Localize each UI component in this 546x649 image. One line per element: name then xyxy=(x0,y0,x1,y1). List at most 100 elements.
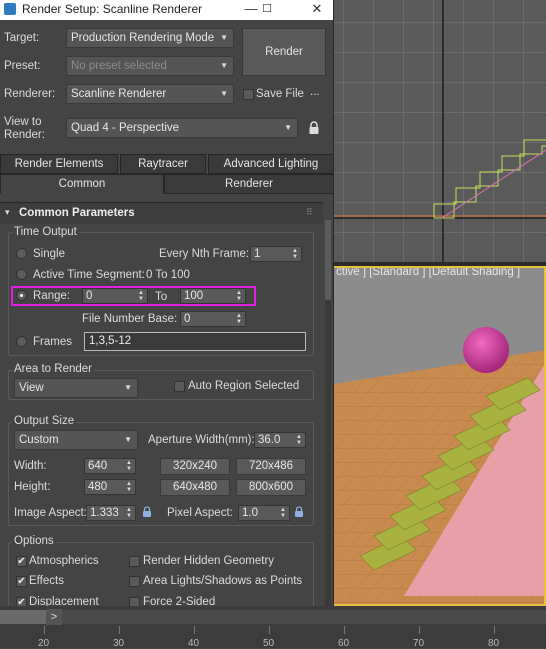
image-aspect-spinner[interactable]: 1.333 ▲ ▼ xyxy=(86,505,136,521)
auto-region-label: Auto Region Selected xyxy=(188,380,300,392)
every-nth-frame-label: Every Nth Frame: xyxy=(159,248,250,260)
range-start-value: 0 xyxy=(86,290,93,302)
atmospherics-checkbox[interactable]: ✔ xyxy=(16,556,27,567)
range-start-spinner[interactable]: 0 ▲ ▼ xyxy=(82,288,148,304)
auto-region-checkbox[interactable] xyxy=(174,381,185,392)
pixel-aspect-lock-icon[interactable] xyxy=(294,506,304,521)
force-2-sided-label: Force 2-Sided xyxy=(143,596,216,606)
app-icon xyxy=(4,3,16,15)
preset-720x486-button[interactable]: 720x486 xyxy=(236,458,306,475)
displacement-label: Displacement xyxy=(29,596,99,606)
target-dropdown[interactable]: Production Rendering Mode ▼ xyxy=(66,28,234,48)
timeline-tick xyxy=(194,626,195,634)
drag-grip-icon[interactable]: ⠿ xyxy=(306,207,313,218)
common-parameters-rollout-header[interactable]: ▾ Common Parameters ⠿ xyxy=(0,202,323,224)
save-file-checkbox[interactable] xyxy=(243,89,254,100)
scrollbar-thumb[interactable] xyxy=(325,220,331,300)
tab-render-elements[interactable]: Render Elements xyxy=(0,154,118,174)
output-size-preset-dropdown[interactable]: Custom ▼ xyxy=(14,430,138,450)
close-button[interactable]: ✕ xyxy=(302,0,332,20)
frames-input[interactable]: 1,3,5-12 xyxy=(84,332,306,351)
timeline-tick xyxy=(494,626,495,634)
effects-label: Effects xyxy=(29,575,64,587)
renderer-label: Renderer: xyxy=(4,88,56,100)
tab-renderer[interactable]: Renderer xyxy=(164,174,333,194)
save-file-label: Save File xyxy=(256,88,304,100)
top-viewport-drawing xyxy=(334,0,546,262)
spinner-arrows-icon: ▲ ▼ xyxy=(126,481,132,493)
tab-raytracer[interactable]: Raytracer xyxy=(120,154,206,174)
preset-value: No preset selected xyxy=(71,60,167,72)
spinner-arrows-icon: ▲ ▼ xyxy=(236,313,242,325)
render-button[interactable]: Render xyxy=(242,28,326,76)
preset-800x600-button[interactable]: 800x600 xyxy=(236,479,306,496)
area-lights-checkbox[interactable] xyxy=(129,576,140,587)
file-number-base-spinner[interactable]: 0 ▲ ▼ xyxy=(180,311,246,327)
active-time-segment-range: 0 To 100 xyxy=(146,269,190,281)
time-slider-handle[interactable] xyxy=(0,610,46,624)
chevron-down-icon: ▼ xyxy=(124,383,132,392)
preset-dropdown[interactable]: No preset selected ▼ xyxy=(66,56,234,76)
height-spinner[interactable]: 480 ▲ ▼ xyxy=(84,479,136,495)
frames-radio[interactable] xyxy=(16,336,27,347)
maximize-button[interactable]: ☐ xyxy=(252,0,282,20)
save-file-browse-button[interactable]: ... xyxy=(310,86,320,98)
range-end-value: 100 xyxy=(184,290,204,302)
frames-label: Frames xyxy=(33,336,72,348)
window-title: Render Setup: Scanline Renderer xyxy=(22,2,203,16)
height-value: 480 xyxy=(88,481,108,493)
output-size-preset-value: Custom xyxy=(19,434,59,446)
view-label-line1: View to xyxy=(4,116,42,128)
spinner-arrows-icon: ▲ ▼ xyxy=(126,460,132,472)
pixel-aspect-label: Pixel Aspect: xyxy=(167,507,233,519)
width-label: Width: xyxy=(14,460,47,472)
time-slider-next-button[interactable]: > xyxy=(46,609,62,625)
top-viewport[interactable] xyxy=(334,0,546,262)
timeline-tick xyxy=(269,626,270,634)
chevron-down-icon: ▼ xyxy=(284,123,292,132)
area-to-render-title: Area to Render xyxy=(12,363,94,375)
viewport-label[interactable]: ctive ] [Standard ] [Default Shading ] xyxy=(336,266,520,278)
displacement-checkbox[interactable]: ✔ xyxy=(16,597,27,606)
area-to-render-dropdown[interactable]: View ▼ xyxy=(14,378,138,398)
title-bar[interactable]: Render Setup: Scanline Renderer — ☐ ✕ xyxy=(0,0,333,20)
file-number-base-label: File Number Base: xyxy=(82,313,178,325)
tab-common[interactable]: Common xyxy=(0,174,164,194)
renderer-value: Scanline Renderer xyxy=(71,88,167,100)
spinner-arrows-icon: ▲ ▼ xyxy=(126,507,132,519)
preset-640x480-button[interactable]: 640x480 xyxy=(160,479,230,496)
range-radio[interactable] xyxy=(16,290,27,301)
area-to-render-value: View xyxy=(19,382,44,394)
active-time-segment-radio[interactable] xyxy=(16,269,27,280)
range-end-spinner[interactable]: 100 ▲ ▼ xyxy=(180,288,246,304)
view-to-render-dropdown[interactable]: Quad 4 - Perspective ▼ xyxy=(66,118,298,138)
width-spinner[interactable]: 640 ▲ ▼ xyxy=(84,458,136,474)
render-hidden-geometry-label: Render Hidden Geometry xyxy=(143,555,275,567)
render-hidden-geometry-checkbox[interactable] xyxy=(129,556,140,567)
active-time-segment-label: Active Time Segment: xyxy=(33,269,145,281)
aperture-width-value: 36.0 xyxy=(258,434,281,446)
preset-320x240-button[interactable]: 320x240 xyxy=(160,458,230,475)
renderer-dropdown[interactable]: Scanline Renderer ▼ xyxy=(66,84,234,104)
timeline-tick-label: 40 xyxy=(188,638,200,649)
single-radio[interactable] xyxy=(16,248,27,259)
perspective-viewport[interactable] xyxy=(334,266,546,606)
aperture-width-spinner[interactable]: 36.0 ▲ ▼ xyxy=(254,432,306,448)
chevron-down-icon: ▼ xyxy=(124,435,132,444)
time-slider-track[interactable] xyxy=(0,610,546,624)
tab-advanced-lighting[interactable]: Advanced Lighting xyxy=(208,154,333,174)
force-2-sided-checkbox[interactable] xyxy=(129,597,140,606)
lock-icon[interactable] xyxy=(308,121,320,138)
atmospherics-label: Atmospherics xyxy=(29,555,99,567)
image-aspect-label: Image Aspect: xyxy=(14,507,87,519)
options-title: Options xyxy=(12,535,56,547)
range-to-label: To xyxy=(155,291,168,303)
every-nth-frame-spinner[interactable]: 1 ▲ ▼ xyxy=(250,246,302,262)
chevron-down-icon: ▼ xyxy=(220,89,228,98)
timeline-tick-label: 80 xyxy=(488,638,500,649)
preset-label: Preset: xyxy=(4,60,41,72)
pixel-aspect-spinner[interactable]: 1.0 ▲ ▼ xyxy=(238,505,290,521)
image-aspect-lock-icon[interactable] xyxy=(142,506,152,521)
pixel-aspect-value: 1.0 xyxy=(242,507,258,519)
effects-checkbox[interactable]: ✔ xyxy=(16,576,27,587)
